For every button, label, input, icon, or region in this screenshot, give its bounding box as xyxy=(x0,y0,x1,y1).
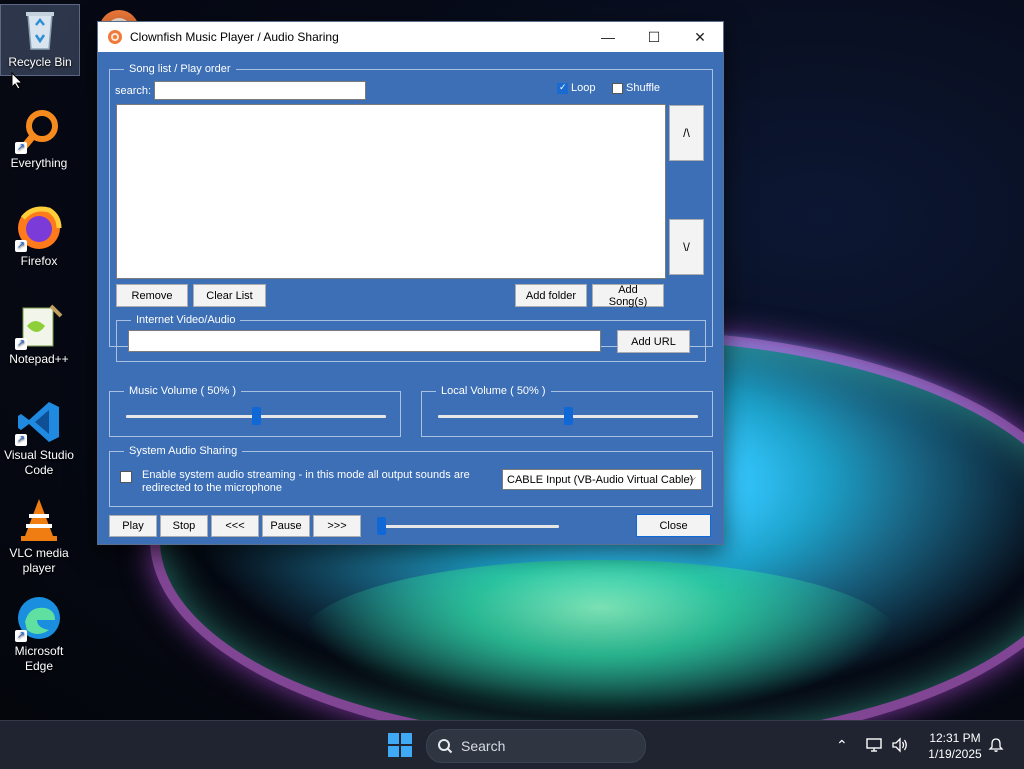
search-icon xyxy=(438,739,453,754)
audio-device-select[interactable]: CABLE Input (VB-Audio Virtual Cable) ⌵ xyxy=(502,469,702,490)
desktop-icon-recycle-bin[interactable]: Recycle Bin xyxy=(0,4,80,76)
add-folder-button[interactable]: Add folder xyxy=(515,284,587,307)
vscode-icon: ↗ xyxy=(15,398,63,446)
maximize-button[interactable]: ☐ xyxy=(631,22,677,52)
volume-icon-button[interactable] xyxy=(891,721,913,769)
play-button[interactable]: Play xyxy=(109,515,157,537)
notifications-button[interactable] xyxy=(988,721,1006,769)
remove-button[interactable]: Remove xyxy=(116,284,188,307)
song-list-box[interactable] xyxy=(116,104,666,279)
clownfish-window: Clownfish Music Player / Audio Sharing —… xyxy=(97,21,724,545)
shortcut-arrow-icon: ↗ xyxy=(15,240,27,252)
edge-icon: ↗ xyxy=(15,594,63,642)
notepadpp-icon: ↗ xyxy=(15,302,63,350)
speaker-icon xyxy=(892,737,907,753)
clock-time: 12:31 PM xyxy=(929,731,981,745)
window-title: Clownfish Music Player / Audio Sharing xyxy=(130,30,339,44)
desktop-icon-label: Notepad++ xyxy=(9,352,69,366)
chevron-up-icon: ⌃ xyxy=(836,736,848,753)
taskbar: Search ⌃ 12:31 PM 1/19/2025 xyxy=(0,720,1024,769)
enable-streaming-checkbox[interactable] xyxy=(120,471,132,483)
local-volume-legend: Local Volume ( 50% ) xyxy=(441,385,546,397)
maximize-icon: ☐ xyxy=(647,28,661,45)
network-icon-button[interactable] xyxy=(866,721,888,769)
add-songs-button[interactable]: Add Song(s) xyxy=(592,284,664,308)
shuffle-checkbox[interactable] xyxy=(612,83,623,94)
clownfish-app-icon xyxy=(108,30,122,44)
search-input[interactable] xyxy=(154,81,366,100)
taskbar-search-label: Search xyxy=(461,738,506,754)
show-hidden-icons-button[interactable]: ⌃ xyxy=(836,721,854,769)
desktop-icon-label: Firefox xyxy=(20,254,58,268)
desktop-icon-vlc[interactable]: VLC media player xyxy=(0,496,78,576)
audio-device-selected: CABLE Input (VB-Audio Virtual Cable) xyxy=(507,473,694,486)
move-up-button[interactable]: /\ xyxy=(669,105,704,161)
position-track[interactable] xyxy=(381,525,559,528)
minimize-button[interactable]: — xyxy=(585,22,631,52)
move-down-button[interactable]: \/ xyxy=(669,219,704,275)
desktop-icon-label: Everything xyxy=(10,156,68,170)
desktop-icon-notepadpp[interactable]: ↗ Notepad++ xyxy=(0,302,78,367)
recycle-bin-icon xyxy=(16,5,64,53)
minimize-icon: — xyxy=(601,29,615,45)
vlc-cone-icon xyxy=(15,496,63,544)
taskbar-clock[interactable]: 12:31 PM 1/19/2025 xyxy=(916,730,994,762)
taskbar-search-box[interactable]: Search xyxy=(426,729,646,763)
desktop-icon-label: Recycle Bin xyxy=(8,55,72,69)
firefox-icon: ↗ xyxy=(15,204,63,252)
enable-streaming-label: Enable system audio streaming - in this … xyxy=(142,469,470,494)
previous-button[interactable]: <<< xyxy=(211,515,259,537)
system-audio-legend: System Audio Sharing xyxy=(129,445,238,457)
local-volume-slider-thumb[interactable] xyxy=(564,407,573,425)
desktop-icon-label: VLC media player xyxy=(9,546,69,575)
loop-label: Loop xyxy=(571,82,596,94)
window-client-area: Song list / Play order search: Loop Shuf… xyxy=(98,52,723,544)
music-volume-legend: Music Volume ( 50% ) xyxy=(129,385,236,397)
desktop-icon-edge[interactable]: ↗ Microsoft Edge xyxy=(0,594,78,674)
shuffle-label: Shuffle xyxy=(626,82,661,94)
desktop-icon-everything[interactable]: ↗ Everything xyxy=(0,106,78,171)
stop-button[interactable]: Stop xyxy=(160,515,208,537)
desktop-icon-firefox[interactable]: ↗ Firefox xyxy=(0,204,78,269)
music-volume-slider-thumb[interactable] xyxy=(252,407,261,425)
windows-logo-icon xyxy=(388,733,399,744)
add-url-button[interactable]: Add URL xyxy=(617,330,690,353)
url-input[interactable] xyxy=(128,330,601,352)
network-icon xyxy=(866,738,882,752)
position-slider-thumb[interactable] xyxy=(377,517,386,535)
shortcut-arrow-icon: ↗ xyxy=(15,338,27,350)
mouse-cursor-icon xyxy=(11,72,23,90)
everything-search-icon: ↗ xyxy=(15,106,63,154)
clock-date: 1/19/2025 xyxy=(928,747,982,761)
loop-checkbox[interactable] xyxy=(557,82,568,94)
search-label: search: xyxy=(115,85,152,97)
shortcut-arrow-icon: ↗ xyxy=(15,630,27,642)
bell-icon xyxy=(988,738,1004,752)
shortcut-arrow-icon: ↗ xyxy=(15,142,27,154)
clear-list-button[interactable]: Clear List xyxy=(193,284,266,307)
start-button[interactable] xyxy=(388,733,412,757)
close-icon: ✕ xyxy=(694,28,706,45)
pause-button[interactable]: Pause xyxy=(262,515,310,537)
close-button[interactable]: Close xyxy=(636,514,711,537)
song-list-legend: Song list / Play order xyxy=(129,63,231,75)
close-window-button[interactable]: ✕ xyxy=(677,22,723,52)
internet-legend: Internet Video/Audio xyxy=(136,314,236,326)
shortcut-arrow-icon: ↗ xyxy=(15,434,27,446)
desktop-icon-vscode[interactable]: ↗ Visual Studio Code xyxy=(0,398,78,478)
desktop-icon-label: Visual Studio Code xyxy=(4,448,74,477)
chevron-down-icon: ⌵ xyxy=(688,473,696,484)
next-button[interactable]: >>> xyxy=(313,515,361,537)
title-bar[interactable]: Clownfish Music Player / Audio Sharing —… xyxy=(98,22,723,52)
desktop-icon-label: Microsoft Edge xyxy=(14,644,64,673)
